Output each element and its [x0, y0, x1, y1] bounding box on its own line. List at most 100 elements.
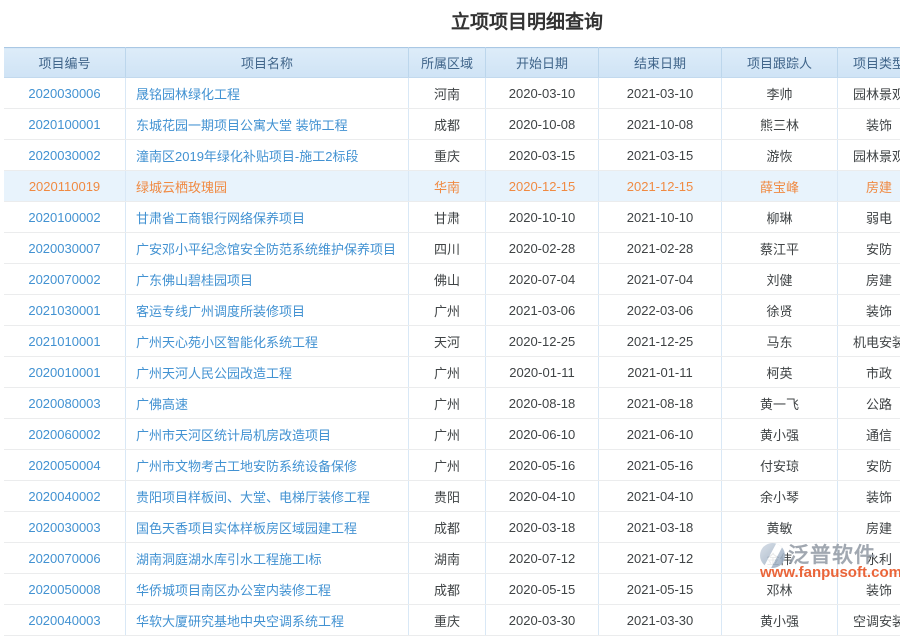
cell-region: 广州 [409, 295, 486, 326]
table-row[interactable]: 2020080003广佛高速广州2020-08-182021-08-18黄一飞公… [4, 388, 900, 419]
project-code-link[interactable]: 2020100001 [28, 117, 100, 132]
cell-region: 湖南 [409, 543, 486, 574]
project-code-link[interactable]: 2021010001 [28, 334, 100, 349]
cell-code: 2020050004 [4, 450, 126, 481]
cell-name: 贵阳项目样板间、大堂、电梯厅装修工程 [126, 481, 409, 512]
table-row[interactable]: 2021030001 客运专线广州调度所装修项目 广州2021-03-062022-… [4, 295, 900, 326]
cell-type: 弱电 [838, 202, 900, 233]
project-code-link[interactable]: 2020040002 [28, 489, 100, 504]
cell-code: 2020040002 [4, 481, 126, 512]
project-code-link[interactable]: 2020030003 [28, 520, 100, 535]
cell-name: 东城花园一期项目公寓大堂 装饰工程 [126, 109, 409, 140]
table-row[interactable]: 2020050004广州市文物考古工地安防系统设备保修广州2020-05-162… [4, 450, 900, 481]
project-code-link[interactable]: 2020070006 [28, 551, 100, 566]
table-row[interactable]: 2020040003华软大厦研究基地中央空调系统工程重庆2020-03-3020… [4, 605, 900, 636]
cell-tracker: 付安琼 [722, 450, 838, 481]
cell-end: 2021-12-25 [599, 326, 722, 357]
project-name-link[interactable]: 广佛高速 [136, 397, 188, 412]
project-name-link[interactable]: 广州天心苑小区智能化系统工程 [136, 335, 318, 350]
cell-end: 2021-03-10 [599, 78, 722, 109]
cell-start: 2020-01-11 [486, 357, 599, 388]
table-row[interactable]: 2020110019绿城云栖玫瑰园华南2020-12-152021-12-15薛… [4, 171, 900, 202]
cell-end: 2021-05-16 [599, 450, 722, 481]
table-row[interactable]: 2020100001东城花园一期项目公寓大堂 装饰工程成都2020-10-082… [4, 109, 900, 140]
project-code-link[interactable]: 2020030006 [28, 86, 100, 101]
cell-name: 广佛高速 [126, 388, 409, 419]
table-row[interactable]: 2020060002广州市天河区统计局机房改造项目广州2020-06-10202… [4, 419, 900, 450]
project-name-link[interactable]: 华软大厦研究基地中央空调系统工程 [136, 614, 344, 629]
cell-type: 安防 [838, 233, 900, 264]
table-row[interactable]: 2020030006晟铭园林绿化工程河南2020-03-102021-03-10… [4, 78, 900, 109]
project-name-link[interactable]: 客运专线广州调度所装修项目 [136, 304, 305, 319]
table-row[interactable]: 2021010001 广州天心苑小区智能化系统工程 天河2020-12-252021… [4, 326, 900, 357]
cell-tracker: 黄小强 [722, 419, 838, 450]
cell-type: 房建 [838, 264, 900, 295]
cell-region: 华南 [409, 171, 486, 202]
project-name-link[interactable]: 湖南洞庭湖水库引水工程施工I标 [136, 552, 322, 567]
cell-region: 天河 [409, 326, 486, 357]
project-code-link[interactable]: 2020010001 [28, 365, 100, 380]
table-row[interactable]: 2020100002甘肃省工商银行网络保养项目甘肃2020-10-102021-… [4, 202, 900, 233]
project-name-link[interactable]: 潼南区2019年绿化补贴项目-施工2标段 [136, 149, 358, 164]
cell-tracker: 黄一飞 [722, 388, 838, 419]
project-name-link[interactable]: 广东佛山碧桂园项目 [136, 273, 253, 288]
project-name-link[interactable]: 甘肃省工商银行网络保养项目 [136, 211, 305, 226]
cell-type: 通信 [838, 419, 900, 450]
cell-start: 2020-10-10 [486, 202, 599, 233]
cell-start: 2020-08-18 [486, 388, 599, 419]
cell-name: 晟铭园林绿化工程 [126, 78, 409, 109]
cell-start: 2020-10-08 [486, 109, 599, 140]
table-header-row: 项目编号项目名称所属区域开始日期结束日期项目跟踪人项目类型 [4, 48, 900, 78]
project-name-link[interactable]: 广州市文物考古工地安防系统设备保修 [136, 459, 357, 474]
project-detail-table: 项目编号项目名称所属区域开始日期结束日期项目跟踪人项目类型 2020030006… [4, 47, 900, 636]
project-code-link[interactable]: 2020040003 [28, 613, 100, 628]
cell-tracker: 蔡江平 [722, 233, 838, 264]
cell-code: 2020070002 [4, 264, 126, 295]
cell-end: 2021-07-12 [599, 543, 722, 574]
project-name-link[interactable]: 广州天河人民公园改造工程 [136, 366, 292, 381]
cell-region: 重庆 [409, 605, 486, 636]
project-code-link[interactable]: 2020070002 [28, 272, 100, 287]
project-code-link[interactable]: 2020030002 [28, 148, 100, 163]
cell-start: 2020-12-25 [486, 326, 599, 357]
column-header-type: 项目类型 [838, 48, 900, 78]
project-code-link[interactable]: 2020110019 [29, 179, 100, 194]
cell-type: 房建 [838, 512, 900, 543]
project-code-link[interactable]: 2020030007 [28, 241, 100, 256]
project-name-link[interactable]: 绿城云栖玫瑰园 [136, 180, 227, 195]
project-name-link[interactable]: 广安邓小平纪念馆安全防范系统维护保养项目 [136, 242, 396, 257]
cell-start: 2021-03-06 [486, 295, 599, 326]
project-name-link[interactable]: 国色天香项目实体样板房区域园建工程 [136, 521, 357, 536]
cell-code: 2020040003 [4, 605, 126, 636]
cell-end: 2021-01-11 [599, 357, 722, 388]
table-row[interactable]: 2020070006湖南洞庭湖水库引水工程施工I标湖南2020-07-12202… [4, 543, 900, 574]
cell-end: 2021-10-08 [599, 109, 722, 140]
project-name-link[interactable]: 广州市天河区统计局机房改造项目 [136, 428, 331, 443]
cell-end: 2022-03-06 [599, 295, 722, 326]
project-code-link[interactable]: 2020100002 [28, 210, 100, 225]
cell-tracker: 游恢 [722, 140, 838, 171]
cell-name: 广州市天河区统计局机房改造项目 [126, 419, 409, 450]
cell-end: 2021-10-10 [599, 202, 722, 233]
cell-name: 华软大厦研究基地中央空调系统工程 [126, 605, 409, 636]
table-row[interactable]: 2020010001广州天河人民公园改造工程广州2020-01-112021-0… [4, 357, 900, 388]
project-name-link[interactable]: 东城花园一期项目公寓大堂 装饰工程 [136, 118, 348, 133]
table-row[interactable]: 2020040002贵阳项目样板间、大堂、电梯厅装修工程贵阳2020-04-10… [4, 481, 900, 512]
table-row[interactable]: 2020030002潼南区2019年绿化补贴项目-施工2标段重庆2020-03-… [4, 140, 900, 171]
project-code-link[interactable]: 2020060002 [28, 427, 100, 442]
table-row[interactable]: 2020030003国色天香项目实体样板房区域园建工程成都2020-03-182… [4, 512, 900, 543]
cell-region: 成都 [409, 512, 486, 543]
project-name-link[interactable]: 晟铭园林绿化工程 [136, 87, 240, 102]
table-row[interactable]: 2020030007广安邓小平纪念馆安全防范系统维护保养项目四川2020-02-… [4, 233, 900, 264]
project-code-link[interactable]: 2021030001 [28, 303, 100, 318]
cell-type: 公路 [838, 388, 900, 419]
project-name-link[interactable]: 贵阳项目样板间、大堂、电梯厅装修工程 [136, 490, 370, 505]
project-code-link[interactable]: 2020080003 [28, 396, 100, 411]
project-name-link[interactable]: 华侨城项目南区办公室内装修工程 [136, 583, 331, 598]
project-code-link[interactable]: 2020050004 [28, 458, 100, 473]
table-row[interactable]: 2020070002广东佛山碧桂园项目佛山2020-07-042021-07-0… [4, 264, 900, 295]
cell-end: 2021-12-15 [599, 171, 722, 202]
cell-type: 空调安装 [838, 605, 900, 636]
cell-start: 2020-06-10 [486, 419, 599, 450]
project-code-link[interactable]: 2020050008 [28, 582, 100, 597]
